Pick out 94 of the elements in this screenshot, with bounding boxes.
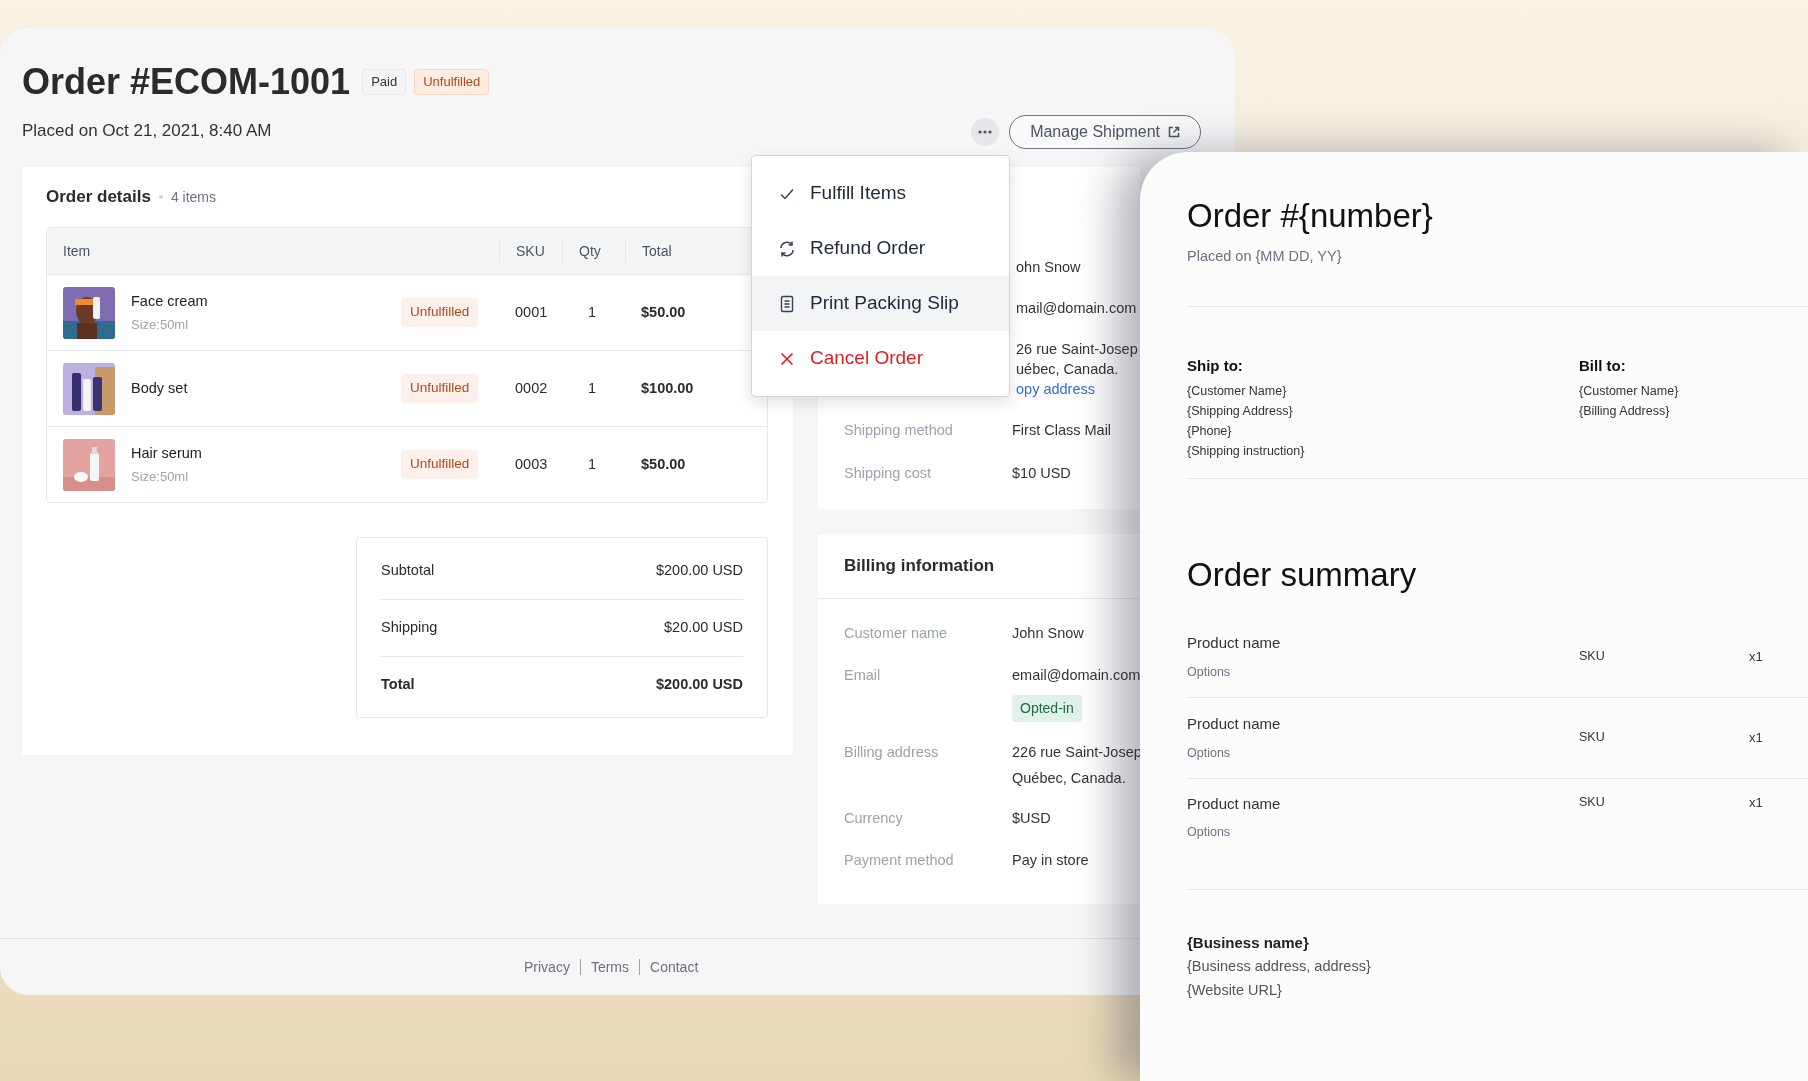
section-heading: Order summary bbox=[1187, 554, 1418, 595]
document-title: Order #{number} bbox=[1187, 196, 1434, 236]
placed-date: Placed on Oct 21, 2021, 8:40 AM bbox=[22, 120, 273, 142]
business-detail: {Website URL} bbox=[1187, 981, 1283, 1001]
column-header: Qty bbox=[562, 239, 625, 263]
opted-in-badge: Opted-in bbox=[1012, 694, 1082, 722]
field-label: Shipping cost bbox=[844, 464, 932, 481]
field-label: Billing address bbox=[844, 743, 939, 760]
product-option: Size:50ml bbox=[131, 314, 401, 335]
card-title: Order details bbox=[46, 186, 151, 209]
field-value: mail@domain.com bbox=[1016, 299, 1137, 318]
placed-date: Placed on {MM DD, YY} bbox=[1187, 247, 1343, 266]
quantity: x1 bbox=[1749, 793, 1763, 812]
summary-label: Total bbox=[381, 675, 415, 695]
table-cell-text: 1 bbox=[587, 454, 598, 474]
product-name: Hair serum bbox=[131, 443, 203, 463]
refresh-icon bbox=[778, 239, 796, 258]
table-cell-text: 0002 bbox=[514, 378, 549, 398]
status-badge: Unfulfilled bbox=[401, 298, 479, 327]
summary-value: $200.00 USD bbox=[655, 675, 743, 695]
field-label: Payment method bbox=[844, 851, 954, 868]
business-name: {Business name} bbox=[1187, 932, 1310, 953]
address-line: {Shipping Address} bbox=[1187, 403, 1294, 421]
address-line: {Shipping instruction} bbox=[1187, 443, 1306, 461]
address-heading: Bill to: bbox=[1579, 355, 1627, 376]
field-label: Currency bbox=[844, 809, 903, 826]
order-title: Order #ECOM-1001 bbox=[22, 62, 351, 102]
menu-item[interactable]: Fulfill Items bbox=[752, 166, 1009, 221]
sku-label: SKU bbox=[1579, 648, 1606, 666]
table-cell-text: $100.00 bbox=[640, 378, 694, 398]
status-badge: Unfulfilled bbox=[414, 69, 490, 95]
product-option: Size:50ml bbox=[131, 466, 401, 487]
address-line: {Customer Name} bbox=[1187, 383, 1288, 401]
sku-label: SKU bbox=[1579, 793, 1606, 811]
quantity: x1 bbox=[1749, 648, 1763, 666]
field-label: Shipping method bbox=[844, 422, 953, 438]
table-cell-text: 1 bbox=[587, 378, 598, 398]
sku-label: SKU bbox=[1579, 729, 1606, 747]
status-badge: Unfulfilled bbox=[401, 450, 479, 479]
field-value: $USD bbox=[1012, 808, 1051, 828]
field-value: 26 rue Saint-Josep bbox=[1016, 340, 1138, 359]
product-name: Product name bbox=[1187, 633, 1282, 654]
more-button[interactable] bbox=[971, 118, 1000, 146]
card-title: Billing information bbox=[844, 555, 995, 578]
summary-label: Shipping bbox=[381, 618, 438, 638]
field-value: ohn Snow bbox=[1016, 258, 1081, 277]
document-icon bbox=[778, 294, 796, 313]
column-header: Total bbox=[625, 239, 672, 263]
status-badge: Unfulfilled bbox=[401, 374, 479, 403]
summary-value: $200.00 USD bbox=[655, 560, 743, 580]
product-name: Product name bbox=[1187, 714, 1282, 735]
item-count: 4 items bbox=[170, 187, 216, 207]
field-value: $10 USD bbox=[1012, 463, 1071, 483]
field-value: email@domain.com bbox=[1012, 665, 1141, 685]
field-value: John Snow bbox=[1012, 624, 1084, 643]
table-cell-text: 0003 bbox=[514, 454, 549, 474]
table-cell-text: 0001 bbox=[514, 302, 549, 322]
menu-item[interactable]: Refund Order bbox=[752, 221, 1009, 276]
field-value: First Class Mail bbox=[1012, 421, 1112, 440]
manage-shipment-button[interactable]: Manage Shipment bbox=[1009, 115, 1201, 149]
table-cell-text: 1 bbox=[587, 302, 598, 322]
field-value: uébec, Canada. bbox=[1016, 360, 1120, 379]
business-detail: {Business address, address} bbox=[1187, 957, 1372, 977]
address-line: {Customer Name} bbox=[1579, 383, 1679, 401]
product-options: Options bbox=[1187, 662, 1579, 682]
status-badge: Paid bbox=[362, 69, 407, 95]
table-cell-text: $50.00 bbox=[640, 454, 686, 474]
summary-value: $20.00 USD bbox=[664, 618, 743, 638]
footer-link[interactable]: Contact bbox=[650, 956, 699, 978]
table-cell-text: $50.00 bbox=[640, 302, 686, 322]
field-value: 226 rue Saint-Josep bbox=[1012, 742, 1142, 762]
product-name: Body set bbox=[131, 378, 189, 398]
column-header: SKU bbox=[499, 239, 562, 263]
field-label: Customer name bbox=[844, 625, 948, 641]
summary-label: Subtotal bbox=[381, 560, 435, 580]
column-header: Item bbox=[62, 241, 92, 261]
product-name: Product name bbox=[1187, 793, 1282, 814]
footer-link[interactable]: Privacy bbox=[524, 956, 570, 978]
address-heading: Ship to: bbox=[1187, 355, 1244, 376]
menu-item[interactable]: Print Packing Slip bbox=[752, 276, 1009, 331]
product-options: Options bbox=[1187, 743, 1579, 763]
field-label: Email bbox=[844, 666, 881, 683]
menu-item[interactable]: Cancel Order bbox=[752, 331, 1009, 386]
product-options: Options bbox=[1187, 823, 1579, 842]
address-line: {Phone} bbox=[1187, 423, 1233, 441]
more-icon bbox=[978, 130, 993, 134]
copy-address-link[interactable]: opy address bbox=[1016, 379, 1138, 399]
field-value: Pay in store bbox=[1012, 850, 1089, 870]
quantity: x1 bbox=[1749, 729, 1763, 747]
address-line: {Billing Address} bbox=[1579, 403, 1671, 421]
field-value: Québec, Canada. bbox=[1012, 768, 1127, 788]
external-link-icon bbox=[1168, 126, 1180, 138]
product-name: Face cream bbox=[131, 291, 209, 311]
footer-link[interactable]: Terms bbox=[590, 956, 630, 978]
